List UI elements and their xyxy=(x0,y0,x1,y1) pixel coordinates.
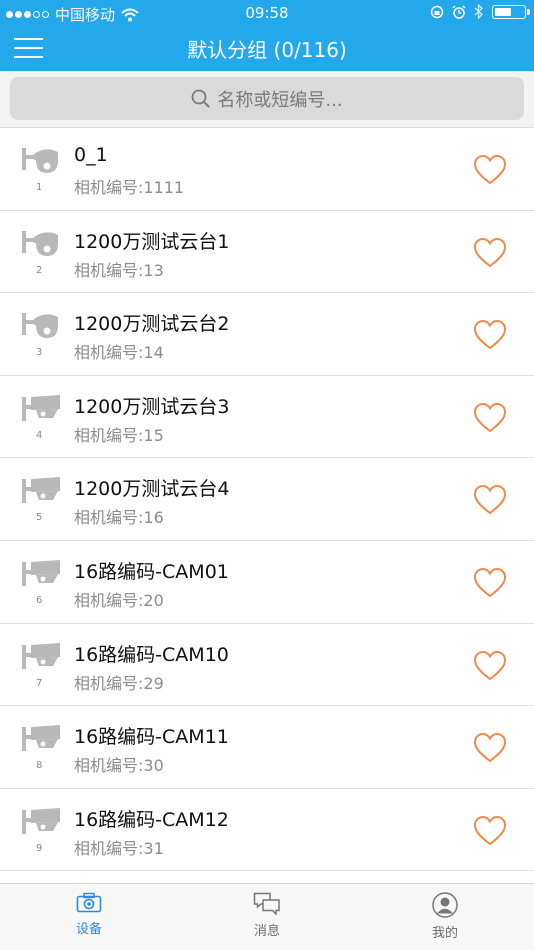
device-number: 相机编号:14 xyxy=(74,343,164,363)
favorite-heart-icon[interactable] xyxy=(473,484,507,516)
device-name: 16路编码-CAM12 xyxy=(74,808,229,831)
camera-index: 8 xyxy=(36,760,43,772)
favorite-heart-icon[interactable] xyxy=(473,650,507,682)
camera-index: 5 xyxy=(36,512,43,524)
camera-icon xyxy=(76,892,102,913)
list-item[interactable]: 6 16路编码-CAM01 相机编号:20 xyxy=(0,540,534,624)
alarm-icon xyxy=(452,4,466,19)
status-bar: 中国移动 09:58 xyxy=(0,0,534,28)
search-bar: 名称或短编号... xyxy=(0,71,534,128)
camera-index: 6 xyxy=(36,594,43,606)
dome-camera-icon xyxy=(22,313,58,339)
favorite-heart-icon[interactable] xyxy=(473,237,507,269)
bluetooth-icon xyxy=(474,4,483,19)
list-item[interactable]: 8 16路编码-CAM11 相机编号:30 xyxy=(0,706,534,789)
tab-devices[interactable]: 设备 xyxy=(39,892,139,937)
app-screen: 中国移动 09:58 默认分组 (0/116) 名称或短编号... 1 0_1 … xyxy=(0,0,534,950)
tab-devices-label: 设备 xyxy=(75,922,102,937)
header: 中国移动 09:58 默认分组 (0/116) xyxy=(0,0,534,71)
camera-index: 9 xyxy=(36,842,43,854)
status-right xyxy=(430,4,530,19)
tab-messages-label: 消息 xyxy=(253,924,280,939)
list-item[interactable]: 2 1200万测试云台1 相机编号:13 xyxy=(0,210,534,294)
bullet-camera-icon xyxy=(22,559,60,586)
device-name: 1200万测试云台4 xyxy=(74,478,230,501)
search-input[interactable]: 名称或短编号... xyxy=(10,77,524,120)
list-item[interactable]: 5 1200万测试云台4 相机编号:16 xyxy=(0,458,534,541)
camera-index: 2 xyxy=(36,264,43,276)
camera-index: 3 xyxy=(36,347,43,359)
favorite-heart-icon[interactable] xyxy=(473,815,507,847)
device-number: 相机编号:16 xyxy=(74,508,164,528)
battery-icon xyxy=(492,4,530,19)
list-item[interactable]: 9 16路编码-CAM12 相机编号:31 xyxy=(0,788,534,872)
bullet-camera-icon xyxy=(22,477,60,504)
camera-index: 1 xyxy=(36,182,43,193)
tab-messages[interactable]: 消息 xyxy=(217,892,317,939)
favorite-heart-icon[interactable] xyxy=(473,732,507,764)
device-number: 相机编号:30 xyxy=(74,756,164,776)
favorite-heart-icon[interactable] xyxy=(473,402,507,434)
favorite-heart-icon[interactable] xyxy=(473,154,507,186)
device-name: 0_1 xyxy=(74,144,108,166)
device-number: 相机编号:15 xyxy=(74,425,164,445)
device-number: 相机编号:20 xyxy=(74,590,164,610)
page-title: 默认分组 (0/116) xyxy=(187,38,347,62)
rotation-lock-icon xyxy=(430,5,444,18)
user-icon xyxy=(432,892,458,918)
list-item[interactable]: 1 0_1 相机编号:1111 xyxy=(0,128,534,211)
tab-bar: 设备 消息 我的 xyxy=(0,883,534,950)
chat-icon xyxy=(253,892,280,916)
device-name: 1200万测试云台3 xyxy=(74,395,230,418)
device-number: 相机编号:29 xyxy=(74,673,164,693)
bullet-camera-icon xyxy=(22,807,60,834)
device-name: 1200万测试云台1 xyxy=(74,230,230,253)
dome-camera-icon xyxy=(22,148,58,173)
list-item[interactable]: 4 1200万测试云台3 相机编号:15 xyxy=(0,375,534,459)
bullet-camera-icon xyxy=(22,394,60,421)
camera-index: 7 xyxy=(36,677,43,689)
device-name: 16路编码-CAM01 xyxy=(74,560,229,583)
tab-profile[interactable]: 我的 xyxy=(395,892,495,941)
list-item[interactable]: 7 16路编码-CAM10 相机编号:29 xyxy=(0,623,534,707)
device-name: 16路编码-CAM10 xyxy=(74,643,229,666)
device-number: 相机编号:31 xyxy=(74,838,164,858)
bullet-camera-icon xyxy=(22,642,60,669)
device-name: 16路编码-CAM11 xyxy=(74,726,229,749)
search-icon xyxy=(192,89,211,108)
bullet-camera-icon xyxy=(22,725,60,752)
device-number: 相机编号:1111 xyxy=(74,178,185,197)
list-item[interactable]: 3 1200万测试云台2 相机编号:14 xyxy=(0,293,534,376)
tab-profile-label: 我的 xyxy=(431,926,458,941)
camera-index: 4 xyxy=(36,429,43,441)
favorite-heart-icon[interactable] xyxy=(473,567,507,599)
device-list: 1 0_1 相机编号:1111 2 1200万测试云台1 相机编号:13 3 1200万测试云… xyxy=(0,128,534,872)
dome-camera-icon xyxy=(22,230,58,256)
device-number: 相机编号:13 xyxy=(74,260,164,280)
favorite-heart-icon[interactable] xyxy=(473,319,507,351)
device-name: 1200万测试云台2 xyxy=(74,313,230,336)
search-placeholder: 名称或短编号... xyxy=(217,89,343,111)
